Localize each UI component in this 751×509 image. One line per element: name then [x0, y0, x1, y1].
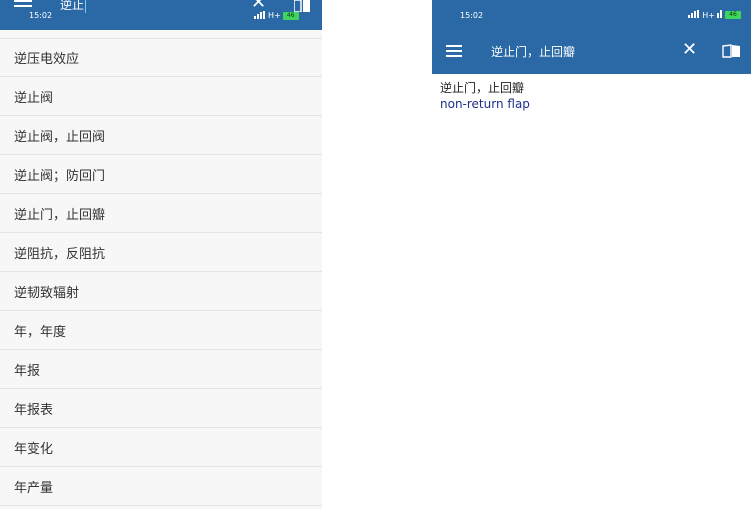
text-cursor — [85, 0, 86, 13]
dictionary-entry: 逆止门，止回瓣 non-return flap — [440, 80, 530, 112]
network-type: H+ — [702, 10, 715, 20]
battery-icon: 46 — [282, 11, 299, 20]
entry-translation: non-return flap — [440, 97, 530, 111]
status-bar: 15:02 H+ 46 — [432, 0, 751, 28]
search-input[interactable]: 逆止 — [60, 0, 84, 13]
status-time: 15:02 — [460, 11, 484, 20]
list-item[interactable]: 年报 — [0, 350, 322, 389]
list-item[interactable]: 逆阻抗，反阻抗 — [0, 233, 322, 272]
menu-icon[interactable] — [14, 0, 32, 9]
list-item[interactable]: 逆韧致辐射 — [0, 272, 322, 311]
list-item[interactable]: 逆止阀，止回阀 — [0, 116, 322, 155]
left-phone-screen: 15:02 逆止 ✕ H+ 46 逆压电效应 逆止阀 逆止阀，止回阀 逆止阀；防… — [0, 0, 322, 509]
list-item[interactable]: 年变化 — [0, 428, 322, 467]
list-item[interactable]: 年产量 — [0, 467, 322, 506]
close-icon[interactable]: ✕ — [682, 40, 697, 60]
left-app-bar: 15:02 逆止 ✕ H+ 46 — [0, 0, 322, 30]
list-item[interactable]: 年报表 — [0, 389, 322, 428]
list-item[interactable]: 年，年度 — [0, 311, 322, 350]
signal-icon — [688, 10, 700, 20]
network-type: H+ — [268, 11, 281, 20]
list-item[interactable]: 逆止阀；防回门 — [0, 155, 322, 194]
signal-icon — [254, 10, 266, 21]
app-toolbar: 逆止门，止回瓣 ✕ — [432, 28, 751, 74]
list-item[interactable]: 逆止阀 — [0, 77, 322, 116]
signal-icon-2 — [717, 10, 723, 20]
book-icon[interactable] — [722, 44, 741, 58]
list-item[interactable]: 逆压电效应 — [0, 38, 322, 77]
word-list: 逆压电效应 逆止阀 逆止阀，止回阀 逆止阀；防回门 逆止门，止回瓣 逆阻抗，反阻… — [0, 38, 322, 506]
entry-headword: 逆止门，止回瓣 — [440, 81, 525, 95]
search-input[interactable]: 逆止门，止回瓣 — [491, 43, 575, 60]
status-icons: H+ 46 — [688, 10, 741, 20]
battery-icon: 46 — [725, 11, 741, 19]
list-item[interactable]: 逆止门，止回瓣 — [0, 194, 322, 233]
status-time: 15:02 — [29, 11, 53, 20]
right-phone-screen: 15:02 H+ 46 逆止门，止回瓣 ✕ 逆止门，止回瓣 non-return… — [432, 0, 751, 509]
menu-icon[interactable] — [446, 45, 462, 57]
status-icons: H+ 46 — [254, 10, 299, 21]
